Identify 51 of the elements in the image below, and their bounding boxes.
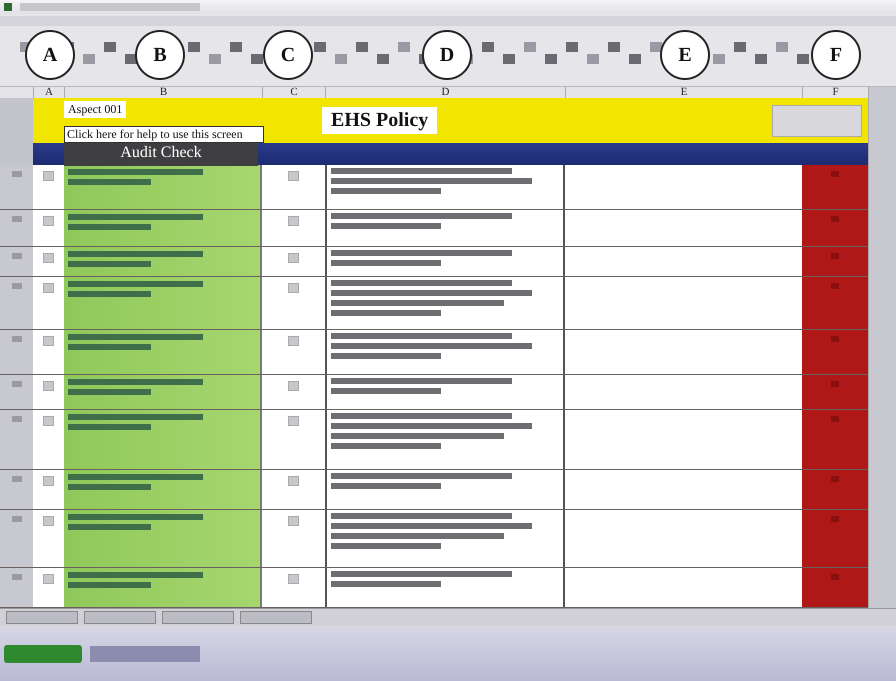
cell-marker-icon — [288, 381, 299, 391]
cell-marker-icon — [831, 336, 839, 342]
start-button[interactable] — [4, 645, 82, 663]
cell-marker-icon — [288, 416, 299, 426]
scroll-bar[interactable] — [868, 87, 896, 608]
cell-marker-icon — [288, 171, 299, 181]
row-header — [0, 330, 33, 374]
cell-marker-icon — [43, 516, 54, 526]
cell-marker-icon — [288, 283, 299, 293]
help-link[interactable]: Click here for help to use this screen — [64, 126, 264, 143]
cell-marker-icon — [831, 216, 839, 222]
column-header[interactable]: C — [262, 87, 325, 98]
cell-marker-icon — [288, 336, 299, 346]
cell-marker-icon — [288, 476, 299, 486]
cell-marker-icon — [43, 381, 54, 391]
cell-marker-icon — [43, 283, 54, 293]
row-header — [0, 210, 33, 246]
cell-marker-icon — [288, 574, 299, 584]
cell-marker-icon — [43, 336, 54, 346]
cell-marker-icon — [43, 476, 54, 486]
column-header[interactable]: A — [33, 87, 64, 98]
app-icon — [4, 3, 12, 11]
cell-marker-icon — [43, 171, 54, 181]
cell-marker-icon — [288, 516, 299, 526]
column-header[interactable]: B — [64, 87, 262, 98]
cell-marker-icon — [43, 216, 54, 226]
cell-marker-icon — [831, 283, 839, 289]
column-header[interactable]: F — [802, 87, 868, 98]
cell-marker-icon — [43, 574, 54, 584]
sheet-tab[interactable] — [162, 611, 234, 624]
cell-marker-icon — [43, 416, 54, 426]
blank-button[interactable] — [772, 104, 862, 136]
cell-marker-icon — [831, 381, 839, 387]
cell-marker-icon — [831, 171, 839, 177]
page-title: EHS Policy — [322, 107, 438, 134]
column-header[interactable]: E — [565, 87, 802, 98]
cell-marker-icon — [288, 253, 299, 263]
corner-cell[interactable] — [0, 87, 33, 98]
column-header[interactable]: D — [325, 87, 565, 98]
cell-marker-icon — [43, 253, 54, 263]
sheet-tab[interactable] — [240, 611, 312, 624]
cell-marker-icon — [831, 416, 839, 422]
aspect-label: Aspect 001 — [64, 100, 126, 118]
sheet-tab[interactable] — [84, 611, 156, 624]
taskbar-button[interactable] — [90, 646, 200, 662]
cell-marker-icon — [288, 216, 299, 226]
cell-marker-icon — [831, 516, 839, 522]
cell-marker-icon — [831, 574, 839, 580]
sheet-tab[interactable] — [6, 611, 78, 624]
cell-marker-icon — [831, 476, 839, 482]
cell-marker-icon — [831, 253, 839, 259]
